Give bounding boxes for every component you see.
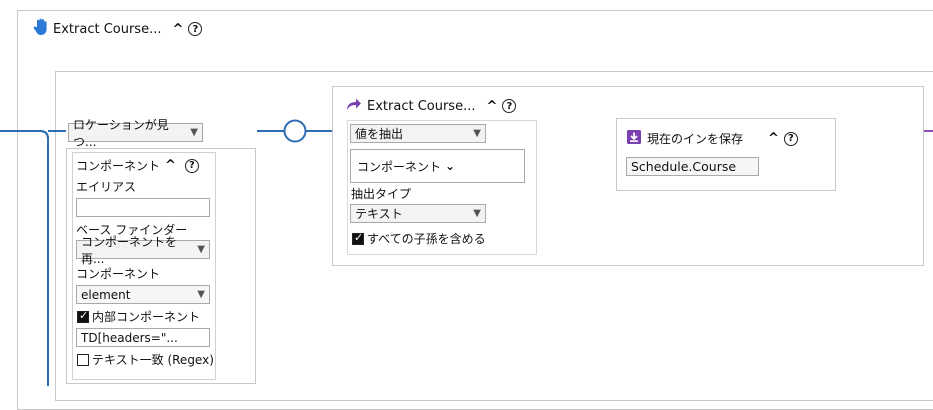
text-match-label: テキスト一致 (Regex)	[92, 353, 214, 367]
selector-input[interactable]: TD[headers="...	[76, 328, 210, 347]
dropdown-arrow-icon: ▼	[197, 289, 205, 300]
text-match-checkbox-row[interactable]: テキスト一致 (Regex)	[77, 351, 214, 368]
save-variable-field[interactable]: Schedule.Course	[626, 157, 759, 176]
component-dropdown-label: コンポーネント	[357, 159, 442, 174]
help-icon[interactable]: ?	[502, 99, 517, 113]
extract-step-title[interactable]: Extract Course...	[367, 99, 475, 114]
share-arrow-icon	[346, 97, 362, 115]
component-dropdown-box[interactable]: コンポーネント ⌄	[350, 149, 525, 183]
dropdown-arrow-icon: ▼	[197, 244, 205, 255]
collapse-caret-icon[interactable]: ^	[486, 99, 497, 114]
dropdown-arrow-icon: ▼	[473, 128, 481, 139]
checkbox-unchecked-icon[interactable]	[77, 353, 89, 366]
dropdown-arrow-icon: ▼	[190, 127, 198, 138]
component-label: コンポーネント	[76, 267, 161, 281]
alias-label: エイリアス	[76, 180, 137, 194]
save-step-title[interactable]: 現在のインを保存	[647, 130, 743, 147]
chevron-down-icon: ⌄	[445, 159, 456, 173]
component-header: コンポーネント ^ ?	[76, 157, 199, 174]
component-select[interactable]: element ▼	[76, 285, 210, 304]
location-select[interactable]: ロケーションが見つ... ▼	[68, 118, 203, 149]
extract-type-value: テキスト	[355, 207, 403, 221]
help-icon[interactable]: ?	[184, 158, 199, 173]
component-select-value: element	[81, 287, 131, 302]
action-select[interactable]: 値を抽出 ▼	[350, 124, 486, 143]
save-step-header: 現在のインを保存 ^ ?	[626, 129, 798, 148]
dropdown-arrow-icon: ▼	[473, 208, 481, 219]
collapse-caret-icon[interactable]: ^	[768, 131, 779, 146]
component-header-label: コンポーネント	[76, 159, 161, 173]
collapse-caret-icon[interactable]: ^	[165, 158, 176, 173]
checkbox-checked-icon[interactable]	[77, 309, 89, 323]
location-select-value: ロケーションが見つ...	[73, 117, 169, 149]
extract-type-label: 抽出タイプ	[351, 187, 412, 201]
include-children-label: すべての子孫を含める	[367, 232, 486, 246]
connector-node	[283, 119, 307, 143]
save-download-icon	[626, 129, 642, 148]
extract-step-header: Extract Course... ^ ?	[346, 97, 517, 115]
help-icon[interactable]: ?	[783, 131, 798, 146]
base-finder-select[interactable]: コンポーネントを再... ▼	[76, 235, 210, 266]
checkbox-checked-icon[interactable]	[352, 231, 364, 245]
base-finder-value: コンポーネントを再...	[81, 234, 178, 266]
inner-component-checkbox-row[interactable]: 内部コンポーネント	[77, 308, 200, 325]
inner-component-label: 内部コンポーネント	[92, 310, 201, 324]
include-children-checkbox-row[interactable]: すべての子孫を含める	[352, 230, 486, 247]
alias-input[interactable]	[76, 198, 210, 217]
extract-type-select[interactable]: テキスト ▼	[350, 204, 486, 223]
action-select-value: 値を抽出	[355, 127, 404, 141]
